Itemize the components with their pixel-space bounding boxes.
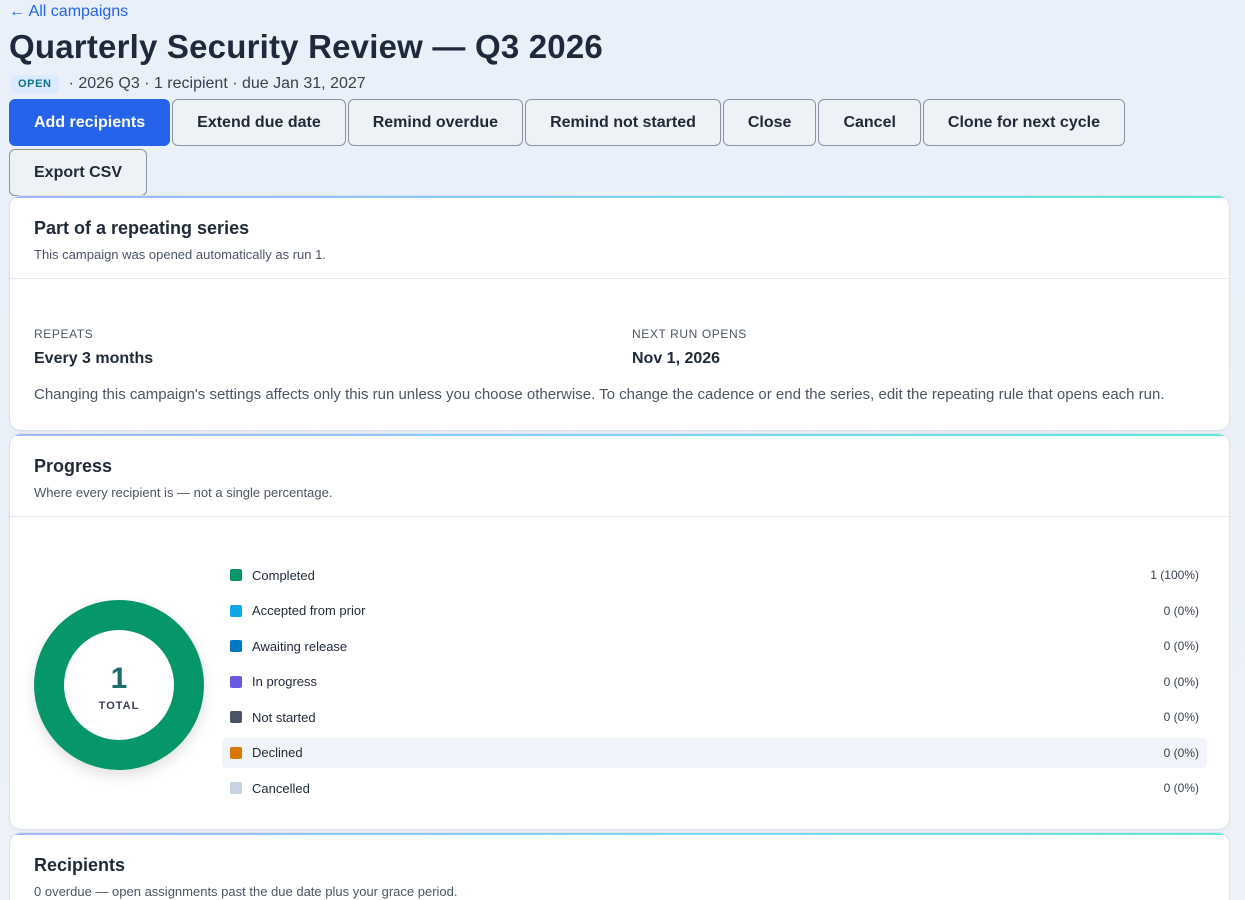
next-run-label: NEXT RUN OPENS xyxy=(632,327,747,341)
legend-row-in-progress: In progress 0 (0%) xyxy=(222,667,1207,697)
legend-swatch xyxy=(230,569,242,581)
clone-next-cycle-button[interactable]: Clone for next cycle xyxy=(922,99,1125,146)
legend-row-declined[interactable]: Declined 0 (0%) xyxy=(222,737,1207,768)
legend-label: Completed xyxy=(252,567,315,583)
recipients-card-title: Recipients xyxy=(34,855,126,875)
series-note: Changing this campaign's settings affect… xyxy=(34,386,1165,403)
legend-value: 0 (0%) xyxy=(1163,674,1199,689)
series-card-header: Part of a repeating series This campaign… xyxy=(10,196,1229,279)
repeats-field: REPEATS Every 3 months xyxy=(34,327,153,368)
legend-label: Accepted from prior xyxy=(252,603,366,618)
legend-row-not-started: Not started 0 (0%) xyxy=(222,702,1207,732)
legend-label: Declined xyxy=(252,745,303,760)
series-card-subtitle: This campaign was opened automatically a… xyxy=(34,247,326,262)
legend-value: 0 (0%) xyxy=(1163,603,1199,618)
status-badge: OPEN xyxy=(11,75,59,93)
legend-label: Not started xyxy=(252,709,316,725)
legend-label: In progress xyxy=(252,674,318,689)
legend-row-accepted-from-prior: Accepted from prior 0 (0%) xyxy=(222,596,1207,626)
progress-legend: Completed 1 (100%) Accepted from prior 0… xyxy=(222,560,1207,809)
action-toolbar: Add recipients Extend due date Remind ov… xyxy=(9,99,1209,197)
recipients-card-header: Recipients 0 overdue — open assignments … xyxy=(10,833,1229,900)
page-title: Quarterly Security Review — Q3 2026 xyxy=(9,28,603,65)
recipients-card: Recipients 0 overdue — open assignments … xyxy=(9,832,1230,900)
legend-row-completed: Completed 1 (100%) xyxy=(222,560,1207,590)
legend-label: Cancelled xyxy=(252,780,310,796)
repeats-value: Every 3 months xyxy=(34,350,154,367)
progress-card-header: Progress Where every recipient is — not … xyxy=(10,434,1229,517)
legend-swatch xyxy=(230,746,242,759)
campaign-meta: OPEN · 2026 Q3 · 1 recipient · due Jan 3… xyxy=(11,75,366,93)
legend-value: 0 (0%) xyxy=(1163,639,1199,653)
repeats-label: REPEATS xyxy=(34,327,94,341)
legend-value: 0 (0%) xyxy=(1163,781,1199,795)
legend-swatch xyxy=(230,711,242,723)
add-recipients-button[interactable]: Add recipients xyxy=(9,99,171,146)
legend-value: 0 (0%) xyxy=(1163,710,1199,724)
export-csv-button[interactable]: Export CSV xyxy=(9,149,148,196)
remind-overdue-button[interactable]: Remind overdue xyxy=(347,99,524,146)
next-run-value: Nov 1, 2026 xyxy=(632,350,721,367)
legend-value: 1 (100%) xyxy=(1150,568,1199,582)
donut-total-value: 1 xyxy=(110,662,128,695)
remind-not-started-button[interactable]: Remind not started xyxy=(525,99,721,146)
legend-swatch xyxy=(230,604,242,617)
legend-value: 0 (0%) xyxy=(1163,745,1199,760)
legend-row-awaiting-release: Awaiting release 0 (0%) xyxy=(222,631,1207,661)
close-campaign-button[interactable]: Close xyxy=(722,99,817,146)
legend-swatch xyxy=(230,675,242,688)
repeating-series-card: Part of a repeating series This campaign… xyxy=(9,195,1230,431)
recipients-card-subtitle: 0 overdue — open assignments past the du… xyxy=(34,884,458,899)
back-to-campaigns-link[interactable]: ← All campaigns xyxy=(9,3,128,21)
legend-row-cancelled: Cancelled 0 (0%) xyxy=(222,773,1207,803)
progress-card: Progress Where every recipient is — not … xyxy=(9,433,1230,830)
cancel-campaign-button[interactable]: Cancel xyxy=(818,99,921,146)
next-run-field: NEXT RUN OPENS Nov 1, 2026 xyxy=(632,327,747,368)
progress-card-subtitle: Where every recipient is — not a single … xyxy=(34,485,333,500)
donut-center: 1 TOTAL xyxy=(34,600,204,770)
legend-swatch xyxy=(230,640,242,652)
extend-due-date-button[interactable]: Extend due date xyxy=(172,99,346,146)
legend-swatch xyxy=(230,782,242,794)
donut-total-label: TOTAL xyxy=(98,700,140,712)
series-card-body: REPEATS Every 3 months NEXT RUN OPENS No… xyxy=(10,279,1229,429)
progress-card-title: Progress xyxy=(34,456,113,476)
progress-card-body: 1 TOTAL Completed 1 (100%) Accepted from… xyxy=(10,517,1229,829)
series-card-title: Part of a repeating series xyxy=(34,218,250,238)
legend-label: Awaiting release xyxy=(252,638,348,654)
campaign-meta-text: · 2026 Q3 · 1 recipient · due Jan 31, 20… xyxy=(68,75,366,92)
progress-donut: 1 TOTAL xyxy=(34,600,204,770)
